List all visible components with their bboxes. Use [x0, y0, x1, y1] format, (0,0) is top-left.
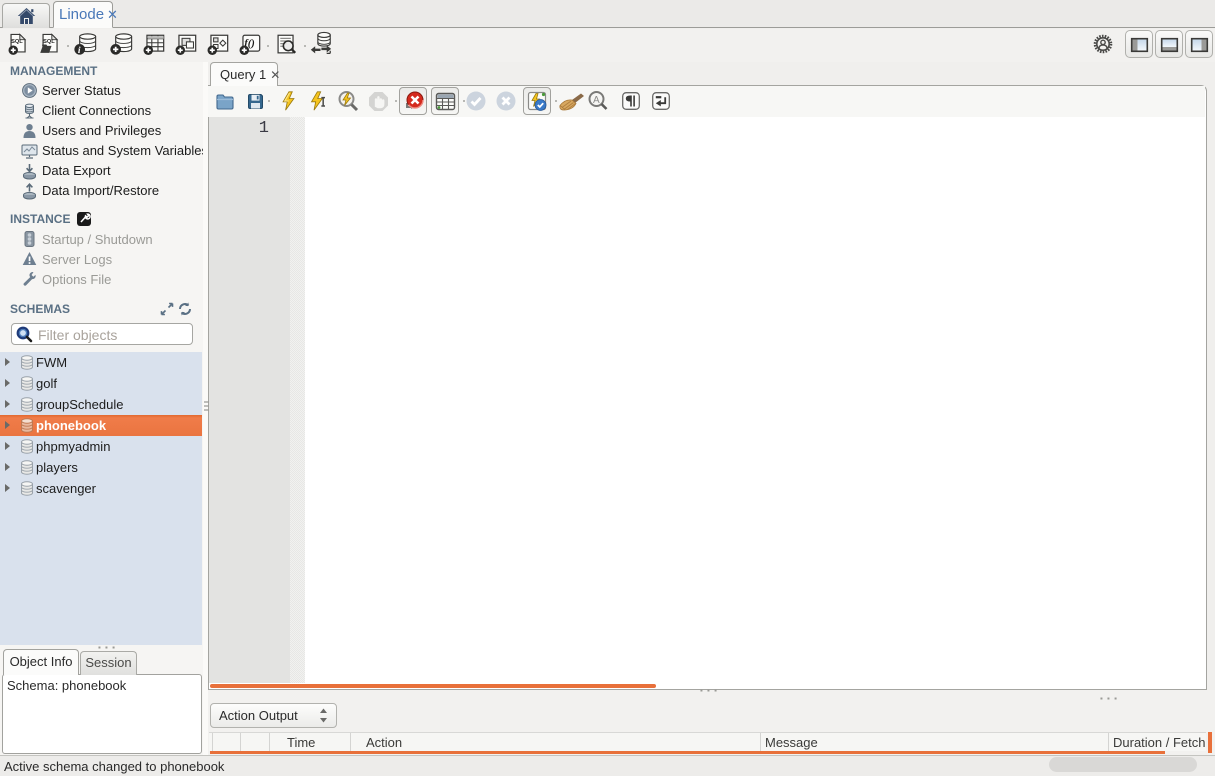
svg-text:SQL: SQL — [11, 39, 23, 45]
svg-text:A: A — [593, 95, 600, 106]
svg-text:SQL: SQL — [43, 39, 55, 45]
svg-text:i: i — [78, 45, 81, 56]
